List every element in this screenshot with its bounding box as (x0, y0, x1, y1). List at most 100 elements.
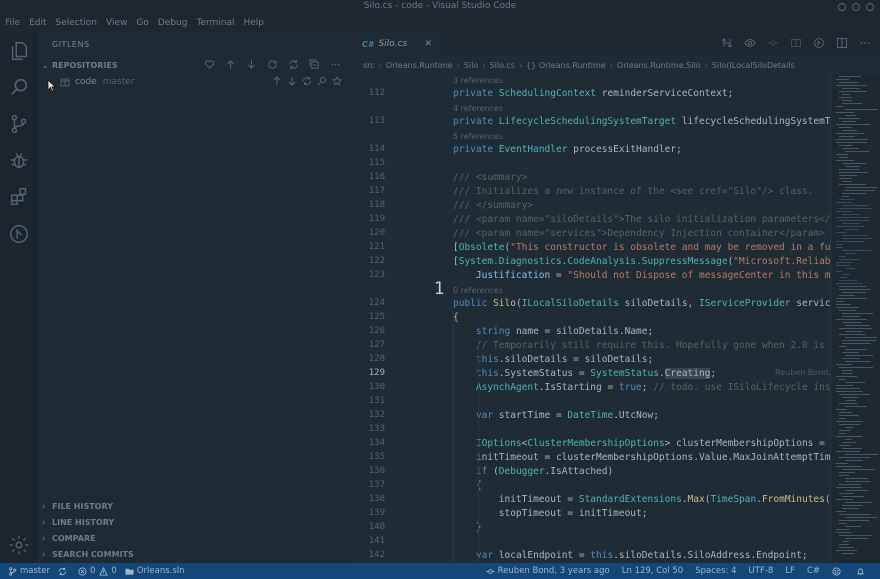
tab-silo-cs[interactable]: C# Silo.cs ✕ (352, 32, 440, 56)
menu-help[interactable]: Help (243, 18, 264, 28)
codelens-references[interactable]: 4 references (453, 104, 503, 113)
menu-selection[interactable]: Selection (56, 18, 97, 28)
tab-close-icon[interactable]: ✕ (424, 39, 432, 49)
menu-file[interactable]: File (5, 18, 20, 28)
code-line[interactable]: /// </summary> (453, 200, 533, 211)
code-line[interactable]: stopTimeout = initTimeout; (453, 508, 648, 519)
minimap-line (836, 160, 854, 161)
compare-revision-icon[interactable] (784, 37, 807, 51)
breadcrumb-item[interactable]: src (363, 61, 375, 70)
code-line[interactable]: /// Initializes a new instance of the <s… (453, 186, 813, 197)
toggle-blame-eye-icon[interactable] (738, 37, 761, 51)
extensions-icon[interactable] (8, 186, 30, 208)
codelens-references[interactable]: 0 references (453, 286, 503, 295)
code-line[interactable]: private SchedulingContext reminderServic… (453, 88, 733, 99)
status-problems[interactable]: 0 0 (78, 566, 117, 576)
codelens-references[interactable]: 5 references (453, 132, 503, 141)
code-line[interactable]: private LifecycleSchedulingSystemTarget … (453, 116, 830, 127)
breadcrumb-item[interactable]: Silo(ILocalSiloDetails (712, 61, 795, 70)
repository-branch: master (102, 77, 135, 87)
codelens-references[interactable]: 3 references (453, 76, 503, 85)
code-line[interactable]: this.siloDetails = siloDetails; (453, 354, 653, 365)
breadcrumb-item[interactable]: Orleans.Runtime.Silo (617, 61, 701, 70)
code-line[interactable]: public Silo(ILocalSiloDetails siloDetail… (453, 298, 830, 309)
search-icon[interactable] (8, 76, 30, 98)
open-changes-icon[interactable] (715, 37, 738, 51)
status-eol[interactable]: LF (785, 566, 795, 576)
code-line[interactable]: initTimeout = clusterMembershipOptions.V… (453, 452, 830, 463)
repo-pull-icon[interactable] (284, 76, 299, 88)
minimize-button[interactable] (838, 3, 846, 11)
minimap-line (845, 268, 855, 269)
status-blame[interactable]: Reuben Bond, 3 years ago (486, 566, 610, 576)
breadcrumb-item[interactable]: Silo (464, 61, 478, 70)
settings-gear-icon[interactable] (8, 534, 30, 556)
file-history-section-header[interactable]: › FILE HISTORY (38, 498, 352, 514)
more-actions-icon[interactable] (325, 59, 346, 71)
repositories-section-header[interactable]: ⌄ REPOSITORIES (38, 57, 352, 73)
code-editor[interactable]: 3 references 112 private SchedulingContext… (352, 74, 830, 563)
close-window-button[interactable] (866, 3, 874, 11)
code-line[interactable]: // Temporarily still require this. Hopef… (453, 340, 830, 351)
debug-icon[interactable] (8, 149, 30, 171)
repo-push-icon[interactable] (269, 76, 284, 88)
status-notifications[interactable] (856, 567, 868, 576)
code-line[interactable]: AsynchAgent.IsStarting = true; // todo. … (453, 382, 830, 393)
status-branch[interactable]: master (8, 566, 50, 576)
repository-item[interactable]: code master (38, 74, 352, 90)
code-line[interactable]: this.SystemStatus = SystemStatus.Creatin… (453, 368, 716, 379)
code-line[interactable]: [Obsolete("This constructor is obsolete … (453, 242, 830, 253)
status-language[interactable]: C# (807, 566, 820, 576)
previous-revision-icon[interactable] (761, 37, 784, 51)
code-line[interactable]: Justification = "Should not Dispose of m… (453, 270, 830, 281)
status-encoding[interactable]: UTF-8 (749, 566, 774, 576)
refresh-icon[interactable] (283, 59, 304, 71)
pull-arrow-down-icon[interactable] (241, 59, 262, 71)
breadcrumb-item[interactable]: {} Orleans.Runtime (526, 61, 606, 70)
menu-view[interactable]: View (106, 18, 127, 28)
maximize-button[interactable] (852, 3, 860, 11)
source-control-icon[interactable] (8, 113, 30, 135)
code-line[interactable]: var startTime = DateTime.UtcNow; (453, 410, 659, 421)
repo-star-icon[interactable] (329, 76, 344, 88)
status-indentation[interactable]: Spaces: 4 (695, 566, 736, 576)
code-line[interactable]: var localEndpoint = this.siloDetails.Sil… (453, 550, 808, 561)
menu-edit[interactable]: Edit (29, 18, 46, 28)
code-line[interactable]: /// <summary> (453, 172, 527, 183)
status-solution[interactable]: Orleans.sln (125, 566, 185, 576)
code-line[interactable]: IOptions<ClusterMembershipOptions> clust… (453, 438, 830, 449)
menu-debug[interactable]: Debug (158, 18, 188, 28)
fetch-sync-icon[interactable] (262, 59, 283, 71)
window-title: Silo.cs - code - Visual Studio Code (363, 1, 517, 11)
split-editor-icon[interactable] (830, 37, 853, 51)
gitlens-commit-icon[interactable] (807, 37, 830, 51)
code-line[interactable]: string name = siloDetails.Name; (453, 326, 653, 337)
breadcrumb-item[interactable]: Orleans.Runtime (386, 61, 453, 70)
status-live-share[interactable] (832, 566, 844, 576)
favorite-heart-icon[interactable] (199, 59, 220, 71)
collapse-all-icon[interactable] (304, 59, 325, 71)
code-line[interactable]: [System.Diagnostics.CodeAnalysis.Suppres… (453, 256, 830, 267)
status-sync[interactable] (58, 567, 70, 576)
explorer-icon[interactable] (8, 40, 30, 62)
status-cursor-position[interactable]: Ln 129, Col 50 (622, 566, 683, 576)
search-commits-section-header[interactable]: › SEARCH COMMITS (38, 546, 352, 562)
menu-terminal[interactable]: Terminal (196, 18, 234, 28)
breadcrumb-separator: › (378, 60, 382, 70)
breadcrumb-separator: › (482, 60, 486, 70)
code-line[interactable]: /// <param name="services">Dependency In… (453, 228, 825, 239)
compare-section-header[interactable]: › COMPARE (38, 530, 352, 546)
line-history-section-header[interactable]: › LINE HISTORY (38, 514, 352, 530)
code-line[interactable]: initTimeout = StandardExtensions.Max(Tim… (453, 494, 830, 505)
gitlens-icon[interactable] (8, 223, 30, 245)
minimap[interactable] (832, 74, 880, 563)
code-line[interactable]: /// <param name="siloDetails">The silo i… (453, 214, 830, 225)
repo-fetch-icon[interactable] (299, 76, 314, 88)
menu-go[interactable]: Go (136, 18, 148, 28)
code-line[interactable]: private EventHandler processExitHandler; (453, 144, 682, 155)
push-arrow-up-icon[interactable] (220, 59, 241, 71)
breadcrumb-item[interactable]: Silo.cs (490, 61, 515, 70)
repo-search-icon[interactable] (314, 76, 329, 88)
editor-more-actions-icon[interactable] (853, 37, 876, 51)
line-number: 113 (368, 116, 385, 126)
